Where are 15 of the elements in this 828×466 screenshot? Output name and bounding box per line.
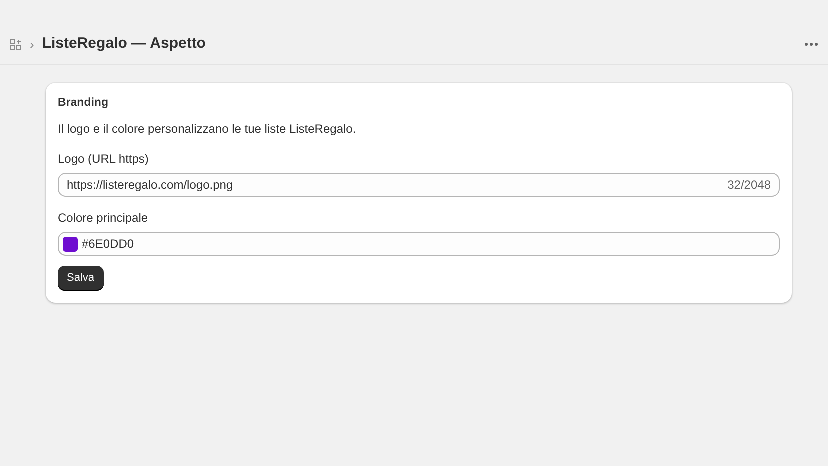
card-heading: Branding — [58, 96, 110, 111]
app-icon[interactable] — [10, 38, 22, 50]
card-description: Il logo e il colore personalizzano le tue liste ListeRegalo. — [58, 121, 358, 138]
color-swatch[interactable] — [63, 236, 78, 252]
more-icon[interactable] — [805, 43, 818, 46]
field-label: Colore principale — [58, 210, 148, 228]
page-title: ListeRegalo — Aspetto — [42, 34, 206, 54]
character-counter: 32/2048 — [728, 177, 771, 194]
save-button[interactable]: Salva — [58, 266, 104, 291]
field-label: Logo (URL https) — [58, 151, 149, 168]
input-field[interactable]: https://listeregalo.com/logo.png 32/2048 — [58, 173, 780, 198]
breadcrumb-separator: › — [30, 36, 34, 54]
field-value: https://listeregalo.com/logo.png — [67, 177, 234, 194]
input-field[interactable]: #6E0DD0 — [58, 232, 780, 256]
field-value: #6E0DD0 — [82, 236, 136, 254]
